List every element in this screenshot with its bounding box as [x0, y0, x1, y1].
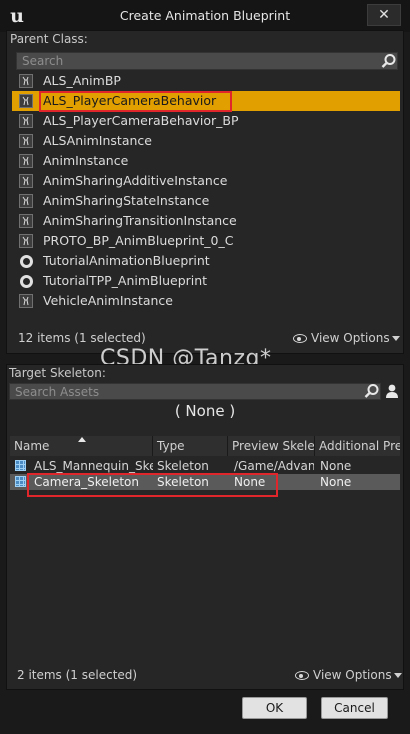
ring-icon [20, 255, 33, 268]
parent-class-item-label: ALS_PlayerCameraBehavior_BP [43, 113, 239, 128]
eye-icon [295, 671, 309, 680]
parent-class-label: Parent Class: [10, 32, 88, 46]
parent-view-options-button[interactable]: View Options [293, 331, 400, 345]
column-preview-skeleton[interactable]: Preview Skeleta [228, 436, 315, 456]
parent-class-item[interactable]: ALSAnimInstance [12, 131, 400, 151]
parent-class-item-label: AnimInstance [43, 153, 129, 168]
skeleton-asset-icon [15, 460, 26, 471]
selection-highlight-box [39, 91, 232, 112]
current-skeleton-value: ( None ) [174, 402, 236, 420]
person-icon[interactable] [384, 383, 400, 399]
blueprint-icon [19, 214, 33, 228]
column-type[interactable]: Type [153, 436, 228, 456]
blueprint-icon [19, 174, 33, 188]
view-options-label: View Options [313, 668, 392, 682]
table-row[interactable]: ALS_Mannequin_Skele Skeleton /Game/Advan… [10, 458, 400, 474]
ring-icon [20, 275, 33, 288]
row-type: Skeleton [157, 459, 209, 473]
selection-highlight-box [27, 473, 278, 497]
cancel-button[interactable]: Cancel [321, 697, 388, 719]
parent-class-item-label: AnimSharingStateInstance [43, 193, 210, 208]
parent-class-item-label: AnimSharingAdditiveInstance [43, 173, 228, 188]
skeleton-view-options-button[interactable]: View Options [295, 668, 402, 682]
blueprint-icon [19, 154, 33, 168]
parent-class-search-input[interactable]: Search [16, 52, 398, 70]
parent-class-item-label: TutorialTPP_AnimBlueprint [43, 273, 208, 288]
parent-class-item-label: PROTO_BP_AnimBlueprint_0_C [43, 233, 234, 248]
blueprint-icon [19, 94, 33, 108]
skeleton-asset-icon [15, 476, 26, 487]
chevron-down-icon [393, 673, 402, 678]
view-options-label: View Options [311, 331, 390, 345]
blueprint-icon [19, 114, 33, 128]
parent-class-item[interactable]: AnimSharingStateInstance [12, 191, 400, 211]
asset-table-header: Name Type Preview Skeleta Additional Pre… [10, 436, 400, 456]
skeleton-count: 2 items (1 selected) [17, 668, 138, 682]
parent-class-item[interactable]: AnimSharingAdditiveInstance [12, 171, 400, 191]
parent-class-item[interactable]: AnimSharingTransitionInstance [12, 211, 400, 231]
blueprint-icon [19, 294, 33, 308]
row-additional: None [320, 459, 352, 473]
eye-icon [293, 334, 307, 343]
row-name: ALS_Mannequin_Skele [34, 459, 153, 473]
parent-class-item-label: ALS_AnimBP [43, 73, 121, 88]
search-icon[interactable] [364, 383, 380, 399]
parent-class-item[interactable]: TutorialAnimationBlueprint [12, 251, 400, 271]
parent-class-count: 12 items (1 selected) [18, 331, 146, 345]
blueprint-icon [19, 234, 33, 248]
blueprint-icon [19, 194, 33, 208]
parent-class-item-label: VehicleAnimInstance [43, 293, 173, 308]
parent-class-item-label: AnimSharingTransitionInstance [43, 213, 237, 228]
target-skeleton-label: Target Skeleton: [9, 366, 106, 380]
row-preview: /Game/Advan [234, 459, 314, 473]
window-title: Create Animation Blueprint [119, 8, 291, 23]
parent-class-item[interactable]: TutorialTPP_AnimBlueprint [12, 271, 400, 291]
column-additional-preview[interactable]: Additional Prev [315, 436, 400, 456]
blueprint-icon [19, 134, 33, 148]
parent-class-item[interactable]: VehicleAnimInstance [12, 291, 400, 311]
parent-class-item[interactable]: ALS_AnimBP [12, 71, 400, 91]
blueprint-icon [19, 74, 33, 88]
row-additional: None [320, 475, 352, 489]
sort-ascending-icon [78, 437, 86, 442]
ok-button[interactable]: OK [242, 697, 307, 719]
chevron-down-icon [391, 336, 400, 341]
parent-class-item[interactable]: AnimInstance [12, 151, 400, 171]
parent-class-item-label: ALSAnimInstance [43, 133, 152, 148]
parent-class-item[interactable]: PROTO_BP_AnimBlueprint_0_C [12, 231, 400, 251]
parent-class-item-label: TutorialAnimationBlueprint [43, 253, 210, 268]
search-icon[interactable] [381, 53, 397, 69]
parent-class-item[interactable]: ALS_PlayerCameraBehavior_BP [12, 111, 400, 131]
close-button[interactable]: ✕ [367, 4, 401, 26]
skeleton-search-input[interactable]: Search Assets [9, 383, 381, 400]
